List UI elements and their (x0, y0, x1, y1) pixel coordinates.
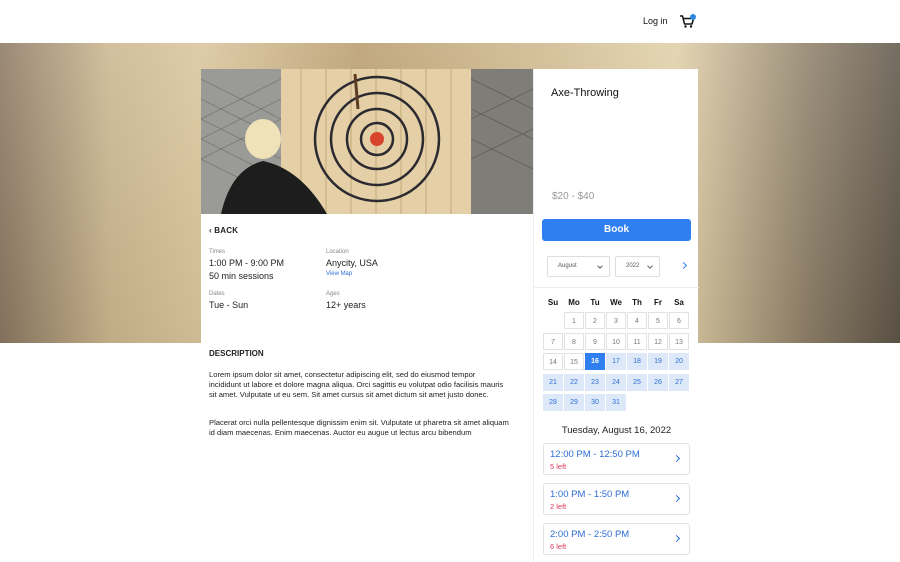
weekday-label: Th (632, 298, 642, 307)
calendar-day[interactable]: 28 (543, 394, 563, 411)
time-slot[interactable]: 1:00 PM - 1:50 PM 2 left (543, 483, 690, 515)
next-month-icon[interactable] (679, 261, 688, 270)
top-nav: Log in (0, 0, 900, 43)
ages-label: Ages (326, 291, 340, 297)
slot-availability: 5 left (550, 462, 567, 471)
chevron-right-icon (672, 494, 681, 503)
event-title: Axe-Throwing (551, 87, 619, 99)
calendar-day[interactable]: 18 (627, 353, 647, 370)
slot-time: 12:00 PM - 12:50 PM (550, 449, 640, 460)
chevron-right-icon (672, 534, 681, 543)
weekday-label: Mo (568, 298, 580, 307)
times-label: Times (209, 249, 226, 255)
calendar-day: 3 (606, 312, 626, 329)
calendar-day: 11 (627, 332, 647, 350)
description-heading: DESCRIPTION (209, 349, 264, 358)
calendar-day[interactable]: 21 (543, 373, 563, 391)
calendar-day: 9 (585, 332, 605, 350)
calendar-day[interactable]: 24 (606, 373, 626, 391)
back-button[interactable]: ‹ BACK (209, 226, 238, 235)
sessions-value: 50 min sessions (209, 271, 274, 281)
dates-value: Tue - Sun (209, 300, 249, 310)
calendar-day[interactable]: 22 (564, 373, 584, 391)
cart-badge (690, 14, 696, 20)
month-select[interactable]: August (547, 256, 610, 277)
calendar-day[interactable]: 20 (669, 353, 689, 370)
calendar-day: 10 (606, 332, 626, 350)
weekday-label: Tu (590, 298, 600, 307)
chevron-right-icon (672, 454, 681, 463)
time-slot[interactable]: 2:00 PM - 2:50 PM 6 left (543, 523, 690, 555)
calendar-day: 2 (585, 312, 605, 329)
calendar-day: 1 (564, 312, 584, 329)
calendar-day[interactable]: 23 (585, 373, 605, 391)
slot-time: 1:00 PM - 1:50 PM (550, 489, 630, 500)
year-value: 2022 (626, 263, 640, 269)
event-details: ‹ BACK Times 1:00 PM - 9:00 PM 50 min se… (201, 69, 533, 562)
weekday-label: Su (547, 298, 559, 307)
calendar-day[interactable]: 19 (648, 353, 668, 370)
calendar-day: 8 (564, 332, 584, 350)
location-label: Location (326, 249, 349, 255)
calendar-day[interactable]: 31 (606, 394, 626, 411)
dates-label: Dates (209, 291, 225, 297)
calendar-day[interactable]: 27 (669, 373, 689, 391)
calendar-day: 5 (648, 312, 668, 329)
calendar-day[interactable]: 17 (606, 353, 626, 370)
event-photo (201, 69, 533, 214)
calendar-day: 15 (564, 353, 584, 370)
slot-availability: 2 left (550, 502, 567, 511)
description-paragraph-1: Lorem ipsum dolor sit amet, consectetur … (209, 370, 504, 399)
calendar-day: 6 (669, 312, 689, 329)
divider (534, 287, 699, 288)
view-map-link[interactable]: View Map (326, 271, 352, 277)
calendar-day-selected[interactable]: 16 (585, 353, 605, 370)
back-label: BACK (214, 226, 239, 235)
calendar-day[interactable]: 30 (585, 394, 605, 411)
calendar-day: 12 (648, 332, 668, 350)
calendar-day: 4 (627, 312, 647, 329)
calendar-day[interactable]: 29 (564, 394, 584, 411)
year-select[interactable]: 2022 (615, 256, 660, 277)
chevron-down-icon (647, 263, 653, 269)
calendar-day[interactable]: 25 (627, 373, 647, 391)
book-button[interactable]: Book (542, 219, 691, 241)
axe-target-image (201, 69, 533, 214)
weekday-label: Fr (654, 298, 662, 307)
month-value: August (558, 263, 577, 269)
ages-value: 12+ years (326, 300, 366, 310)
description-paragraph-2: Placerat orci nulla pellentesque digniss… (209, 418, 509, 437)
login-link[interactable]: Log in (643, 16, 668, 26)
chevron-down-icon (597, 263, 603, 269)
calendar-day: 14 (543, 353, 563, 370)
calendar-day: 13 (669, 332, 689, 350)
location-value: Anycity, USA (326, 258, 378, 268)
times-value: 1:00 PM - 9:00 PM (209, 258, 285, 268)
calendar-day[interactable]: 26 (648, 373, 668, 391)
weekday-label: We (610, 298, 622, 307)
slot-availability: 6 left (550, 542, 567, 551)
time-slot[interactable]: 12:00 PM - 12:50 PM 5 left (543, 443, 690, 475)
price-range: $20 - $40 (552, 191, 595, 202)
selected-date-heading: Tuesday, August 16, 2022 (561, 425, 672, 436)
booking-panel: Axe-Throwing $20 - $40 Book August 20 2 2 … (533, 69, 699, 562)
weekday-label: Sa (674, 298, 684, 307)
calendar-day: 7 (543, 332, 563, 350)
slot-time: 2:00 PM - 2:50 PM (550, 529, 630, 540)
